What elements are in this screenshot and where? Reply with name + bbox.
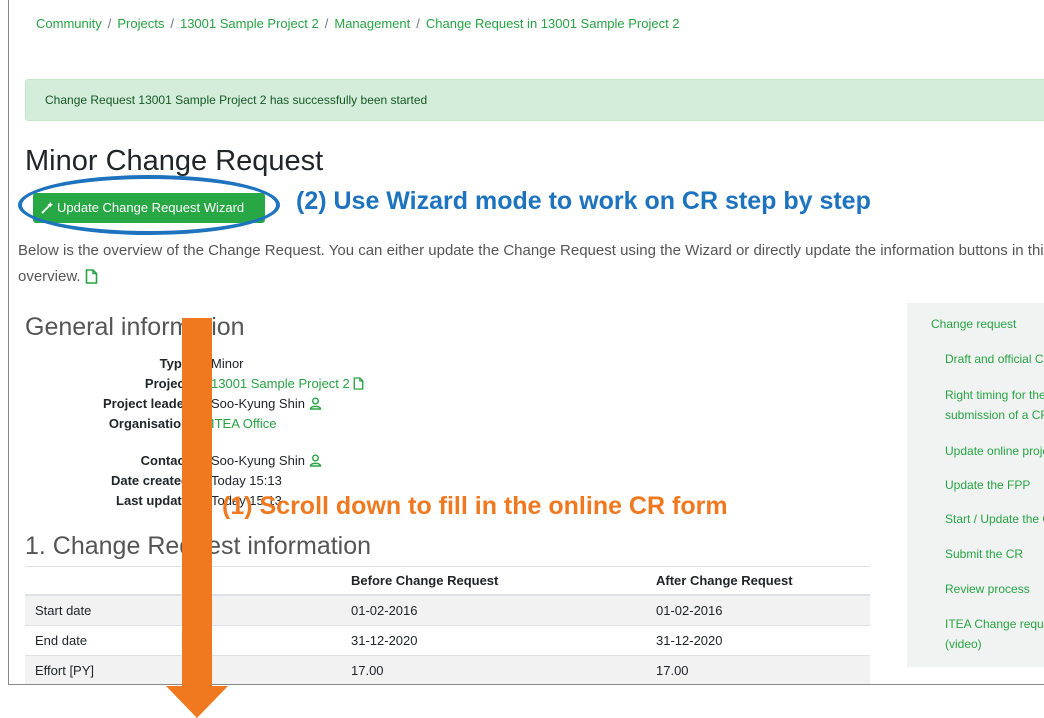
breadcrumb-change-request[interactable]: Change Request in 13001 Sample Project 2 (426, 16, 680, 31)
table-header: After Change Request (656, 566, 870, 596)
table-row: Start date 01-02-2016 01-02-2016 (25, 594, 870, 626)
table-cell: 17.00 (656, 655, 870, 684)
breadcrumb: Community / Projects / 13001 Sample Project … (36, 16, 680, 31)
alert-text: Change Request 13001 Sample Project 2 ha… (45, 93, 428, 107)
breadcrumb-separator: / (170, 16, 174, 31)
table-cell: 01-02-2016 (656, 594, 870, 626)
leader-name: Soo-Kyung Shin (211, 396, 305, 411)
sidebar-item-update-online-project[interactable]: Update online project (945, 441, 1044, 461)
breadcrumb-community[interactable]: Community (36, 16, 102, 31)
table-cell: 31-12-2020 (351, 625, 656, 656)
sidebar-item-right-timing[interactable]: Right timing for the submission of a CR (945, 385, 1044, 425)
project-link[interactable]: 13001 Sample Project 2 (211, 376, 364, 391)
success-alert: Change Request 13001 Sample Project 2 ha… (25, 79, 1044, 121)
breadcrumb-project[interactable]: 13001 Sample Project 2 (180, 16, 319, 31)
table-cell: 17.00 (351, 655, 656, 684)
table-header-row: Before Change Request After Change Reque… (25, 566, 870, 596)
breadcrumb-separator: / (107, 16, 112, 31)
breadcrumb-separator: / (416, 16, 420, 31)
info-label: Project leader (103, 396, 189, 411)
leader-value: Soo-Kyung Shin (211, 396, 322, 411)
project-link-text: 13001 Sample Project 2 (211, 376, 350, 391)
browser-page: Community / Projects / 13001 Sample Project … (8, 0, 1044, 685)
organisation-link[interactable]: ITEA Office (211, 416, 277, 431)
sidebar-item-review-process[interactable]: Review process (945, 579, 1044, 599)
info-label: Last update (116, 493, 189, 508)
scroll-arrow-head (166, 686, 228, 718)
user-icon[interactable] (309, 397, 322, 410)
breadcrumb-management[interactable]: Management (334, 16, 410, 31)
annotation-ellipse (18, 175, 280, 235)
page-description: Below is the overview of the Change Requ… (18, 238, 1044, 293)
sidebar-item-start-update-cr[interactable]: Start / Update the CR (945, 509, 1044, 529)
sidebar-item-update-fpp[interactable]: Update the FPP (945, 475, 1044, 495)
contact-name: Soo-Kyung Shin (211, 453, 305, 468)
scroll-arrow-shaft (182, 318, 212, 698)
document-icon (353, 377, 364, 390)
document-icon[interactable] (85, 267, 98, 293)
contact-value: Soo-Kyung Shin (211, 453, 322, 468)
annotation-wizard-text: (2) Use Wizard mode to work on CR step b… (296, 187, 871, 215)
table-row: End date 31-12-2020 31-12-2020 (25, 625, 870, 656)
info-label: Organisation (108, 416, 189, 431)
sidebar-heading-link[interactable]: Change request (931, 317, 1016, 331)
table-cell: 31-12-2020 (656, 625, 870, 656)
table-cell: 01-02-2016 (351, 594, 656, 626)
info-value: Minor (211, 356, 244, 371)
info-value: Today 15:13 (211, 473, 282, 488)
user-icon[interactable] (309, 454, 322, 467)
annotation-scroll-text: (1) Scroll down to fill in the online CR… (222, 492, 728, 520)
table-row: Effort [PY] 17.00 17.00 (25, 655, 870, 684)
description-text: Below is the overview of the Change Requ… (18, 242, 1044, 285)
breadcrumb-separator: / (324, 16, 329, 31)
info-label: Date created (110, 473, 189, 488)
sidebar-item-draft-official-cr[interactable]: Draft and official CR (945, 349, 1044, 369)
page-title: Minor Change Request (25, 145, 324, 177)
sidebar-item-video[interactable]: ITEA Change request (video) (945, 614, 1044, 654)
table-header: Before Change Request (351, 566, 656, 596)
breadcrumb-projects[interactable]: Projects (117, 16, 164, 31)
help-sidebar: Change request Draft and official CR Rig… (907, 303, 1044, 667)
sidebar-item-submit-cr[interactable]: Submit the CR (945, 544, 1044, 564)
cr-info-table: Before Change Request After Change Reque… (25, 566, 870, 684)
